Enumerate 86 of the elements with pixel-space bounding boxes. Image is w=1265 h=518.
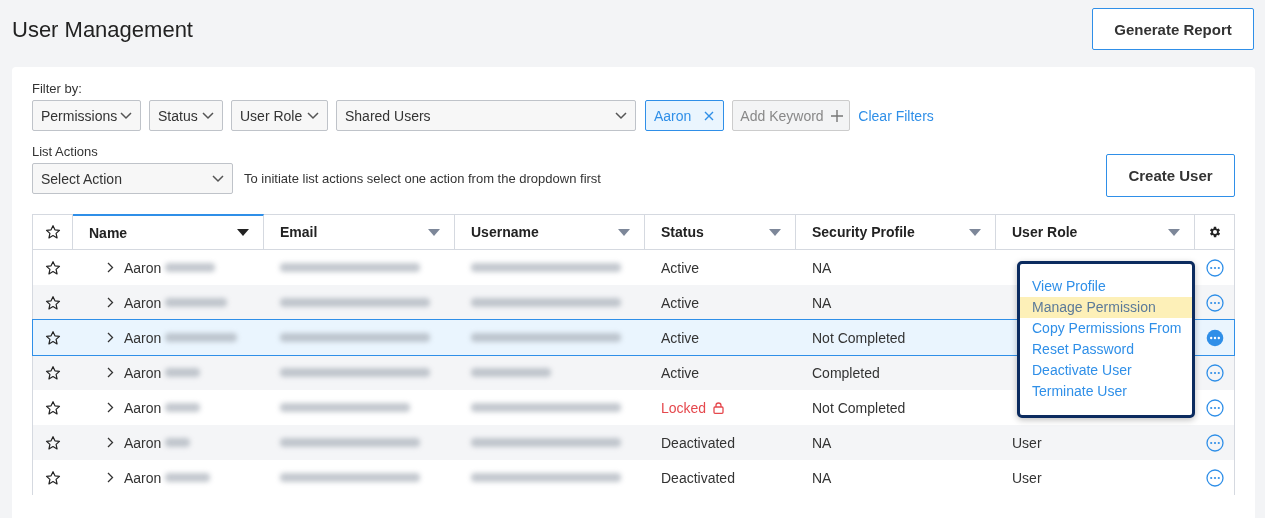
more-options-icon[interactable] xyxy=(1206,433,1224,452)
chevron-down-icon xyxy=(120,111,132,120)
star-icon[interactable] xyxy=(45,364,61,381)
blurred-text xyxy=(165,368,201,377)
table-row[interactable]: Aaron Deactivated NA User xyxy=(33,425,1234,460)
more-options-icon[interactable] xyxy=(1206,468,1224,487)
more-options-icon[interactable] xyxy=(1206,293,1224,312)
chevron-down-icon xyxy=(212,174,224,183)
star-icon[interactable] xyxy=(45,259,61,276)
user-name: Aaron xyxy=(124,399,162,416)
chevron-right-icon[interactable] xyxy=(107,262,114,273)
star-icon[interactable] xyxy=(45,434,61,451)
user-name: Aaron xyxy=(124,469,162,486)
star-icon[interactable] xyxy=(45,399,61,416)
blurred-text xyxy=(165,438,191,447)
security-profile: Not Completed xyxy=(812,399,906,416)
chevron-right-icon[interactable] xyxy=(107,332,114,343)
filter-dropdown[interactable]: User Role xyxy=(231,100,328,131)
column-header[interactable]: Username xyxy=(455,215,645,249)
blurred-text xyxy=(165,473,211,482)
clear-filters-link[interactable]: Clear Filters xyxy=(858,107,934,124)
more-options-icon[interactable] xyxy=(1206,363,1224,382)
sort-caret-icon xyxy=(428,228,440,236)
status-text: Active xyxy=(661,259,700,276)
sort-caret-icon xyxy=(618,228,630,236)
generate-report-button[interactable]: Generate Report xyxy=(1092,8,1254,50)
status-text: Active xyxy=(661,294,700,311)
chevron-right-icon[interactable] xyxy=(107,402,114,413)
chevron-down-icon xyxy=(615,111,627,120)
column-header[interactable]: Email xyxy=(264,215,455,249)
menu-item[interactable]: Manage Permission xyxy=(1020,297,1192,318)
filter-dropdown[interactable]: Permissions xyxy=(32,100,141,131)
sort-caret-icon xyxy=(769,228,781,236)
close-icon[interactable] xyxy=(704,110,715,121)
keyword-field[interactable]: Add Keyword xyxy=(732,100,851,131)
chevron-down-icon xyxy=(307,111,319,120)
security-profile: NA xyxy=(812,434,832,451)
star-icon[interactable] xyxy=(45,469,61,486)
sort-caret-icon xyxy=(1168,228,1180,236)
page-title: User Management xyxy=(12,16,193,43)
user-role: User xyxy=(1012,434,1042,451)
status-text: Active xyxy=(661,364,700,381)
blurred-text xyxy=(165,298,228,307)
security-profile: NA xyxy=(812,469,832,486)
create-user-button[interactable]: Create User xyxy=(1106,154,1235,197)
chevron-down-icon xyxy=(202,111,214,120)
more-options-icon[interactable] xyxy=(1206,398,1224,417)
user-role: User xyxy=(1012,469,1042,486)
user-name: Aaron xyxy=(124,364,162,381)
status-text: Deactivated xyxy=(661,434,735,451)
security-profile: NA xyxy=(812,259,832,276)
plus-icon[interactable] xyxy=(831,110,844,122)
user-name: Aaron xyxy=(124,434,162,451)
blurred-text xyxy=(165,403,201,412)
chevron-right-icon[interactable] xyxy=(107,297,114,308)
more-options-icon[interactable] xyxy=(1206,258,1224,277)
security-profile: Not Completed xyxy=(812,329,906,346)
lock-icon xyxy=(713,401,725,414)
sort-caret-icon xyxy=(969,228,981,236)
security-profile: NA xyxy=(812,294,832,311)
user-name: Aaron xyxy=(124,259,162,276)
user-name: Aaron xyxy=(124,294,162,311)
list-actions-label: List Actions xyxy=(32,144,99,159)
filter-dropdown[interactable]: Shared Users xyxy=(336,100,636,131)
blurred-text xyxy=(165,263,216,272)
sort-caret-icon xyxy=(237,229,249,236)
status-text: Locked xyxy=(661,399,707,416)
status-text: Deactivated xyxy=(661,469,735,486)
status-text: Active xyxy=(661,329,700,346)
filter-label: Filter by: xyxy=(32,81,83,96)
star-icon[interactable] xyxy=(45,294,61,311)
star-icon[interactable] xyxy=(45,329,61,346)
chevron-right-icon[interactable] xyxy=(107,472,114,483)
column-header[interactable]: Security Profile xyxy=(796,215,996,249)
chevron-right-icon[interactable] xyxy=(107,367,114,378)
filter-dropdown[interactable]: Status xyxy=(149,100,223,131)
more-options-icon[interactable] xyxy=(1206,328,1224,347)
column-header[interactable]: Status xyxy=(645,215,796,249)
hint-text: To initiate list actions select one action from the dropdown first xyxy=(244,171,601,186)
user-name: Aaron xyxy=(124,329,162,346)
chevron-right-icon[interactable] xyxy=(107,437,114,448)
column-header[interactable]: User Role xyxy=(996,215,1195,249)
security-profile: Completed xyxy=(812,364,880,381)
action-dropdown[interactable]: Select Action xyxy=(32,163,233,194)
star-icon[interactable] xyxy=(44,224,61,240)
settings-icon[interactable] xyxy=(1208,225,1222,239)
